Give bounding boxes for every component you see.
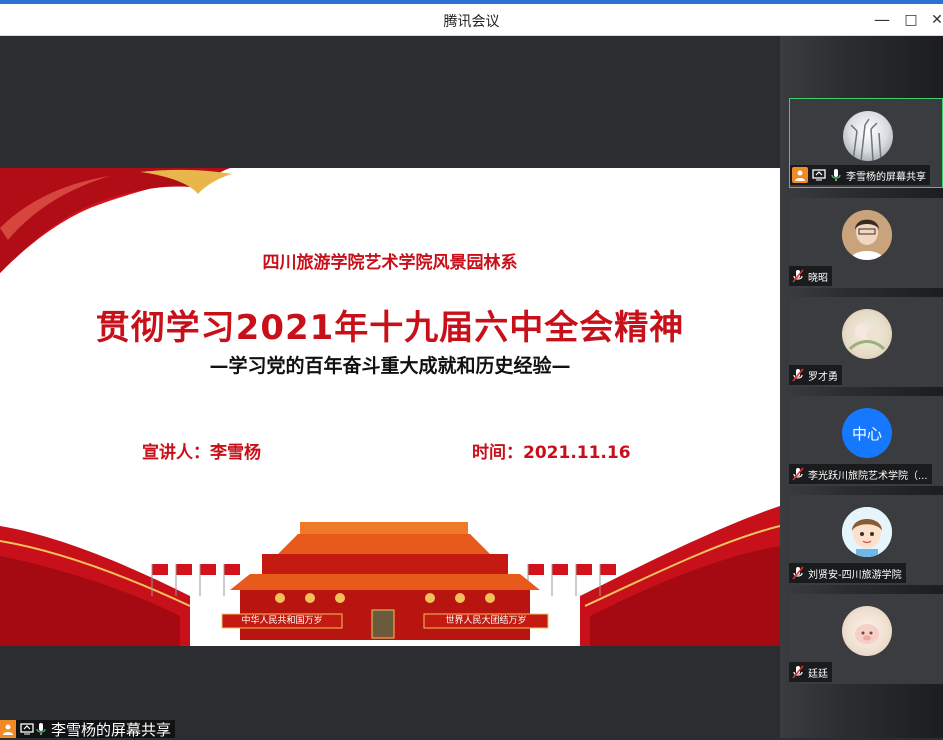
avatar (842, 210, 892, 260)
title-bar: 腾讯会议 — □ ✕ (0, 4, 943, 36)
participant-name: 廷廷 (808, 668, 828, 680)
avatar (842, 507, 892, 557)
share-owner-name: 李雪杨的屏幕共享 (51, 720, 172, 739)
participant-tile[interactable]: 廷廷 (789, 594, 943, 684)
avatar-text: 中心 (851, 424, 882, 443)
slide-title: 贯彻学习2021年十九届六中全会精神 (95, 308, 685, 348)
participant-name-bar: 晓昭 (789, 266, 832, 286)
presentation-slide: 四川旅游学院艺术学院风景园林系 贯彻学习2021年十九届六中全会精神 —学习党的… (0, 168, 780, 646)
participant-name-bar: 罗才勇 (789, 365, 842, 385)
participant-name: 刘贤安-四川旅游学院 (808, 569, 902, 581)
microphone-icon (829, 167, 843, 183)
minimize-button[interactable]: — (870, 9, 894, 31)
participant-name: 罗才勇 (808, 371, 838, 383)
slide-time: 时间：2021.11.16 (472, 443, 631, 463)
screen-share-icon (811, 167, 827, 183)
participant-tile[interactable]: 中心 李光跃川旅院艺术学院（... (789, 396, 943, 486)
tiananmen-graphic (0, 506, 780, 646)
close-button[interactable]: ✕ (925, 9, 943, 31)
microphone-muted-icon (791, 565, 805, 581)
shared-screen-area: 四川旅游学院艺术学院风景园林系 贯彻学习2021年十九届六中全会精神 —学习党的… (0, 36, 780, 738)
participant-tile[interactable]: 刘贤安-四川旅游学院 (789, 495, 943, 585)
participant-name-bar: 刘贤安-四川旅游学院 (789, 563, 906, 583)
participants-sidebar: 李雪杨的屏幕共享 晓昭 罗才勇 中心 李光跃川旅院艺术学院（... 刘贤安-四川… (780, 36, 943, 738)
participant-name-bar: 廷廷 (789, 662, 832, 682)
avatar (842, 606, 892, 656)
avatar (842, 309, 892, 359)
slide-speaker: 宣讲人：李雪杨 (142, 443, 261, 463)
avatar: 中心 (842, 408, 892, 458)
banner-right-text: 世界人民大团结万岁 (445, 616, 527, 626)
participant-tile[interactable]: 李雪杨的屏幕共享 (789, 98, 943, 188)
microphone-icon (35, 721, 47, 737)
participant-name: 李雪杨的屏幕共享 (846, 171, 926, 183)
screen-share-icon (19, 721, 35, 737)
microphone-muted-icon (791, 466, 805, 482)
slide-organization: 四川旅游学院艺术学院风景园林系 (262, 253, 518, 273)
screen-share-host-icon (792, 167, 808, 183)
screen-share-host-icon (0, 720, 16, 738)
participant-tile[interactable]: 晓昭 (789, 198, 943, 288)
avatar (843, 111, 893, 161)
participant-tile[interactable]: 罗才勇 (789, 297, 943, 387)
slide-subtitle: —学习党的百年奋斗重大成就和历史经验— (209, 355, 571, 377)
banner-left-text: 中华人民共和国万岁 (241, 616, 323, 626)
participant-name-bar: 李雪杨的屏幕共享 (790, 165, 930, 185)
microphone-muted-icon (791, 664, 805, 680)
participant-name-bar: 李光跃川旅院艺术学院（... (789, 464, 932, 484)
window-title: 腾讯会议 (443, 14, 500, 30)
participant-name: 李光跃川旅院艺术学院（... (808, 470, 928, 482)
microphone-muted-icon (791, 268, 805, 284)
microphone-muted-icon (791, 367, 805, 383)
maximize-button[interactable]: □ (899, 9, 923, 31)
participant-name: 晓昭 (808, 272, 828, 284)
current-share-label: 李雪杨的屏幕共享 (0, 720, 176, 739)
